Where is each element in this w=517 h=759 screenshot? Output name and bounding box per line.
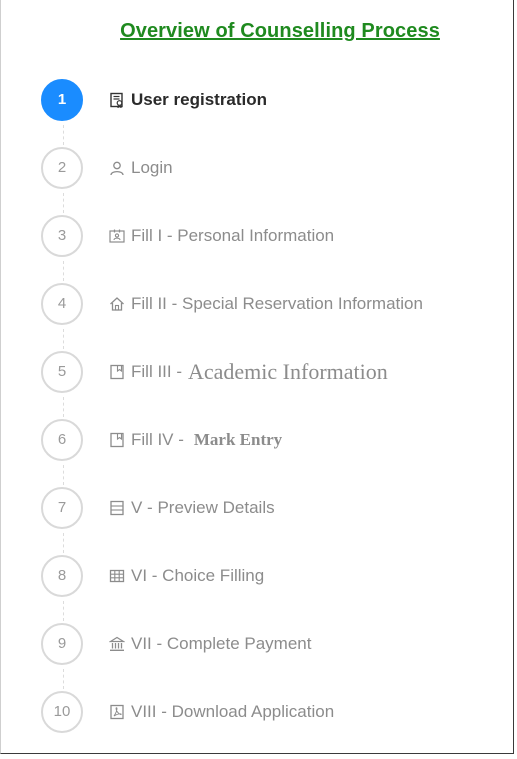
step-5[interactable]: 5 Fill III - Academic Information [41, 351, 511, 419]
step-number-badge: 10 [41, 691, 83, 733]
book-icon [109, 432, 125, 448]
step-6[interactable]: 6 Fill IV - Mark Entry [41, 419, 511, 487]
step-label-text: VIII - Download Application [131, 702, 335, 721]
step-2[interactable]: 2 Login [41, 147, 511, 215]
steps-list: 1 User registration 2 Login 3 Fill I - P… [41, 79, 511, 759]
home-icon [109, 296, 125, 312]
step-number-badge: 5 [41, 351, 83, 393]
step-label-text: Fill II - Special Reservation Informatio… [131, 294, 423, 313]
step-connector [63, 601, 64, 621]
step-label-text: VII - Complete Payment [131, 634, 312, 653]
step-number-badge: 7 [41, 487, 83, 529]
table-icon [109, 568, 125, 584]
step-label-suffix: Mark Entry [193, 430, 283, 449]
step-label[interactable]: VII - Complete Payment [109, 623, 311, 665]
id-badge-icon [109, 92, 125, 108]
step-10[interactable]: 10 VIII - Download Application [41, 691, 511, 759]
step-label-text: Fill IV - [131, 430, 184, 449]
step-label[interactable]: Login [109, 147, 173, 189]
step-connector [63, 329, 64, 349]
step-number-badge: 6 [41, 419, 83, 461]
step-label-text: VI - Choice Filling [131, 566, 265, 585]
step-label[interactable]: Fill II - Special Reservation Informatio… [109, 283, 423, 325]
page-title: Overview of Counselling Process [120, 20, 440, 42]
step-label-text: Fill I - Personal Information [131, 226, 335, 245]
step-label[interactable]: VIII - Download Application [109, 691, 334, 733]
step-1[interactable]: 1 User registration [41, 79, 511, 147]
step-label[interactable]: VI - Choice Filling [109, 555, 264, 597]
step-label-suffix: Academic Information [188, 359, 388, 384]
step-label-text: User registration [131, 90, 268, 109]
step-label-text: Login [131, 158, 173, 177]
step-label[interactable]: Fill I - Personal Information [109, 215, 334, 257]
step-7[interactable]: 7 V - Preview Details [41, 487, 511, 555]
id-card-icon [109, 228, 125, 244]
step-label-text: V - Preview Details [131, 498, 275, 517]
list-icon [109, 500, 125, 516]
step-connector [63, 125, 64, 145]
step-connector [63, 669, 64, 689]
step-number-badge: 3 [41, 215, 83, 257]
step-number-badge: 9 [41, 623, 83, 665]
step-connector [63, 261, 64, 281]
bank-icon [109, 636, 125, 652]
step-connector [63, 397, 64, 417]
step-3[interactable]: 3 Fill I - Personal Information [41, 215, 511, 283]
step-connector [63, 465, 64, 485]
counselling-overview-panel: Overview of Counselling Process 1 User r… [0, 0, 514, 754]
step-9[interactable]: 9 VII - Complete Payment [41, 623, 511, 691]
step-8[interactable]: 8 VI - Choice Filling [41, 555, 511, 623]
pdf-icon [109, 704, 125, 720]
step-number-badge: 8 [41, 555, 83, 597]
step-label[interactable]: User registration [109, 79, 267, 121]
book-icon [109, 364, 125, 380]
step-label-text: Fill III - [131, 362, 182, 381]
step-number-badge: 1 [41, 79, 83, 121]
step-connector [63, 193, 64, 213]
step-label[interactable]: Fill III - Academic Information [109, 351, 388, 393]
step-number-badge: 4 [41, 283, 83, 325]
step-4[interactable]: 4 Fill II - Special Reservation Informat… [41, 283, 511, 351]
step-label[interactable]: Fill IV - Mark Entry [109, 419, 282, 461]
user-icon [109, 160, 125, 176]
step-connector [63, 533, 64, 553]
step-label[interactable]: V - Preview Details [109, 487, 275, 529]
step-number-badge: 2 [41, 147, 83, 189]
